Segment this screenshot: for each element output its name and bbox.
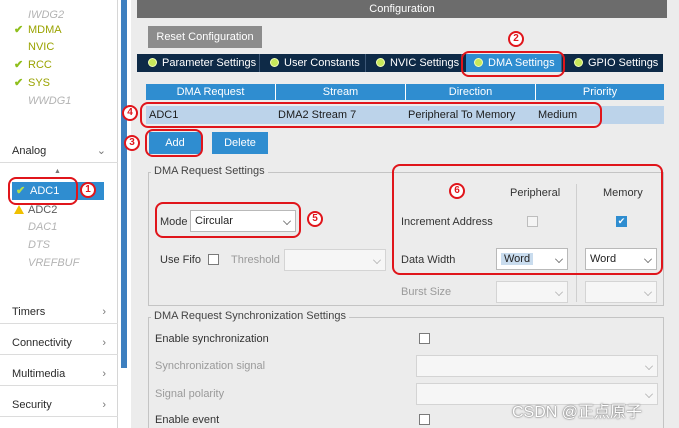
category-label: Connectivity	[12, 337, 72, 349]
enable-event-checkbox[interactable]	[419, 414, 430, 425]
enable-sync-label: Enable synchronization	[155, 333, 269, 345]
chevron-down-icon	[645, 362, 653, 370]
annotation-box-2	[461, 51, 565, 77]
sidebar-item-adc2[interactable]: ADC2	[14, 203, 57, 217]
status-dot-icon	[270, 58, 279, 67]
group-title: DMA Request Settings	[151, 165, 268, 177]
burst-size-peripheral-select[interactable]	[496, 281, 568, 303]
threshold-label: Threshold	[231, 254, 280, 266]
sidebar-item-label: MDMA	[28, 24, 62, 36]
chevron-right-icon: ›	[102, 399, 106, 411]
sidebar-item-vrefbuf[interactable]: VREFBUF	[28, 256, 79, 270]
annotation-number: 5	[307, 211, 323, 227]
annotation-number: 4	[122, 105, 138, 121]
column-header[interactable]: Stream	[276, 84, 406, 100]
tab-label: Parameter Settings	[162, 57, 257, 69]
chevron-down-icon	[645, 390, 653, 398]
reset-configuration-button[interactable]: Reset Configuration	[148, 26, 262, 48]
tab-label: NVIC Settings	[390, 57, 460, 69]
tab-parameter-settings[interactable]: Parameter Settings	[140, 54, 260, 72]
category-label: Timers	[12, 306, 46, 318]
check-icon: ✔	[14, 59, 24, 71]
chevron-down-icon	[555, 288, 563, 296]
sidebar: IWDG2 ✔ MDMA NVIC ✔ RCC ✔ SYS WWDG1 Analog ⌄…	[0, 0, 118, 428]
tab-label: User Constants	[284, 57, 360, 69]
status-dot-icon	[376, 58, 385, 67]
threshold-select[interactable]	[284, 249, 386, 271]
annotation-box-6	[392, 164, 663, 275]
chevron-down-icon	[373, 256, 381, 264]
watermark: CSDN @正点原子	[512, 404, 643, 421]
warning-icon	[14, 205, 24, 214]
annotation-box-1	[8, 177, 78, 205]
sidebar-item-rcc[interactable]: ✔ RCC	[14, 58, 52, 72]
sidebar-item-label: ADC2	[28, 204, 58, 216]
annotation-number: 2	[508, 31, 524, 47]
status-dot-icon	[574, 58, 583, 67]
annotation-number: 6	[449, 183, 465, 199]
sidebar-item-dac1[interactable]: DAC1	[28, 220, 57, 234]
check-icon: ✔	[14, 24, 24, 36]
sidebar-item-mdma[interactable]: ✔ MDMA	[14, 23, 62, 37]
annotation-number: 3	[124, 135, 140, 151]
category-label: Analog	[12, 145, 47, 157]
group-title: DMA Request Synchronization Settings	[151, 310, 349, 322]
check-icon: ✔	[14, 77, 24, 89]
enable-sync-checkbox[interactable]	[419, 333, 430, 344]
signal-polarity-label: Signal polarity	[155, 388, 225, 400]
tab-user-constants[interactable]: User Constants	[262, 54, 366, 72]
chevron-down-icon	[644, 288, 652, 296]
annotation-box-3	[145, 129, 203, 157]
scroll-up-icon[interactable]: ▲	[54, 168, 61, 175]
status-dot-icon	[148, 58, 157, 67]
sync-signal-select[interactable]	[416, 355, 658, 377]
burst-size-label: Burst Size	[401, 286, 452, 298]
sidebar-item-dts[interactable]: DTS	[28, 238, 50, 252]
category-label: Multimedia	[12, 368, 66, 380]
delete-button[interactable]: Delete	[212, 132, 268, 154]
column-header[interactable]: Direction	[406, 84, 536, 100]
annotation-box-5	[155, 202, 301, 238]
tab-nvic-settings[interactable]: NVIC Settings	[368, 54, 462, 72]
sidebar-scrollbar[interactable]	[121, 0, 127, 368]
use-fifo-checkbox[interactable]	[208, 254, 219, 265]
burst-size-memory-select[interactable]	[585, 281, 657, 303]
sidebar-item-sys[interactable]: ✔ SYS	[14, 76, 50, 90]
column-header[interactable]: DMA Request	[146, 84, 276, 100]
configuration-title: Configuration	[137, 0, 667, 18]
category-analog[interactable]: Analog ⌄	[0, 139, 118, 163]
sidebar-item-label: RCC	[28, 59, 52, 71]
chevron-right-icon: ›	[102, 337, 106, 349]
chevron-down-icon: ⌄	[96, 145, 106, 157]
sidebar-item-iwdg2[interactable]: IWDG2	[28, 8, 64, 22]
tab-label: GPIO Settings	[588, 57, 659, 69]
sidebar-item-wwdg1[interactable]: WWDG1	[28, 94, 71, 108]
chevron-right-icon: ›	[102, 306, 106, 318]
category-label: Security	[12, 399, 52, 411]
category-security[interactable]: Security ›	[0, 393, 118, 417]
sidebar-item-nvic[interactable]: NVIC	[28, 40, 54, 54]
use-fifo-label: Use Fifo	[160, 254, 201, 266]
chevron-right-icon: ›	[102, 368, 106, 380]
annotation-number: 1	[80, 182, 96, 198]
category-timers[interactable]: Timers ›	[0, 300, 118, 324]
category-multimedia[interactable]: Multimedia ›	[0, 362, 118, 386]
sidebar-item-label: SYS	[28, 77, 51, 89]
category-connectivity[interactable]: Connectivity ›	[0, 331, 118, 355]
tab-gpio-settings[interactable]: GPIO Settings	[566, 54, 663, 72]
enable-event-label: Enable event	[155, 414, 220, 426]
annotation-box-4	[140, 102, 602, 128]
sync-signal-label: Synchronization signal	[155, 360, 266, 372]
column-header[interactable]: Priority	[536, 84, 664, 100]
